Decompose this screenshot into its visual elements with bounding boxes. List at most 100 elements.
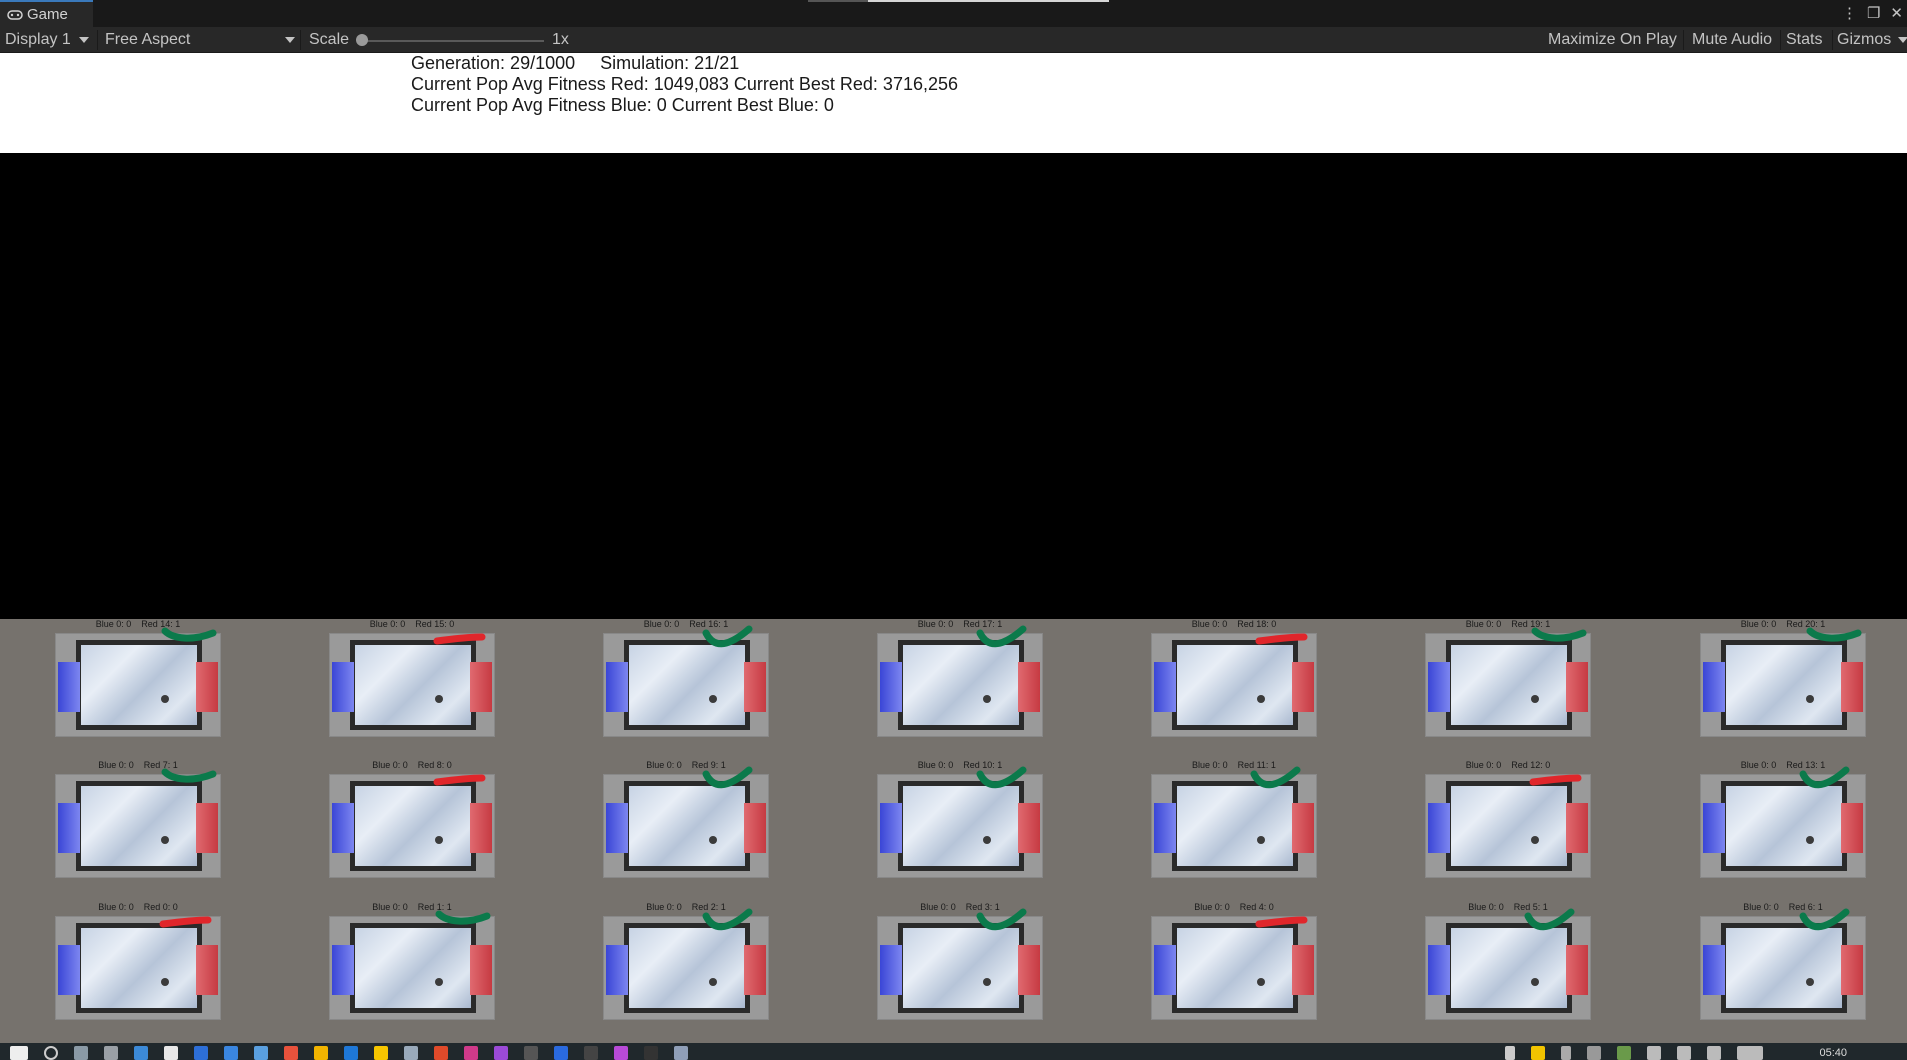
folder-icon[interactable]: [314, 1046, 328, 1060]
simulation-cell: Blue 0: 0 Red 20: 1: [1698, 619, 1868, 759]
simulation-cell: Blue 0: 0 Red 7: 1: [53, 760, 223, 900]
app-icon[interactable]: [464, 1046, 478, 1060]
simulation-cell: Blue 0: 0 Red 1: 1: [327, 902, 497, 1042]
window-drag-highlight: [868, 0, 1109, 2]
cloud-icon[interactable]: [1587, 1046, 1601, 1060]
battery-icon[interactable]: [1707, 1046, 1721, 1060]
weather-icon[interactable]: [1531, 1046, 1545, 1060]
pass-mark: [1531, 627, 1587, 642]
windows-start-icon[interactable]: [10, 1046, 28, 1060]
network-icon[interactable]: [1505, 1046, 1515, 1060]
app-icon[interactable]: [134, 1046, 148, 1060]
tab-game[interactable]: Game: [0, 0, 93, 27]
mute-audio-button[interactable]: Mute Audio: [1688, 27, 1776, 53]
notes-icon[interactable]: [374, 1046, 388, 1060]
pass-mark: [435, 910, 491, 925]
stats-button[interactable]: Stats: [1782, 27, 1826, 53]
edge-icon[interactable]: [344, 1046, 358, 1060]
simulation-cell: Blue 0: 0 Red 11: 1: [1149, 760, 1319, 900]
simulation-cell: Blue 0: 0 Red 19: 1: [1423, 619, 1593, 759]
scale-slider-handle[interactable]: [356, 34, 368, 46]
pass-mark: [1799, 766, 1850, 789]
fail-mark: [1529, 774, 1582, 786]
settings-icon[interactable]: [104, 1046, 118, 1060]
task-view-icon[interactable]: [74, 1046, 88, 1060]
simulation-cell: Blue 0: 0 Red 3: 1: [875, 902, 1045, 1042]
simulation-cell: Blue 0: 0 Red 5: 1: [1423, 902, 1593, 1042]
app-icon[interactable]: [674, 1046, 688, 1060]
keyboard-icon[interactable]: [1737, 1046, 1763, 1060]
fail-mark: [433, 633, 486, 645]
more-options-icon[interactable]: ⋮: [1842, 4, 1857, 22]
pass-mark: [161, 768, 217, 783]
fitness-hud: Generation: 29/1000 Simulation: 21/21 Cu…: [0, 53, 1907, 153]
system-tray: [1505, 1046, 1763, 1060]
scale-label: Scale: [309, 31, 350, 48]
simulation-cell: Blue 0: 0 Red 2: 1: [601, 902, 771, 1042]
clock: 05:40: [1819, 1047, 1847, 1059]
simulation-cell: Blue 0: 0 Red 6: 1: [1698, 902, 1868, 1042]
fail-mark: [1255, 916, 1308, 928]
divider: [97, 30, 98, 50]
maximize-window-icon[interactable]: ❐: [1867, 4, 1880, 22]
pass-mark: [1250, 766, 1301, 789]
pass-mark: [976, 625, 1027, 648]
simulation-cell: Blue 0: 0 Red 15: 0: [327, 619, 497, 759]
pass-mark: [702, 625, 753, 648]
simulation-grid: Blue 0: 0 Red 14: 1 Blue 0: 0 Red 15: 0 Bl…: [0, 619, 1907, 1043]
app-icon[interactable]: [404, 1046, 418, 1060]
store-icon[interactable]: [164, 1046, 178, 1060]
simulation-cell: Blue 0: 0 Red 12: 0: [1423, 760, 1593, 900]
search-icon[interactable]: [44, 1046, 58, 1060]
blue-fitness-text: Current Pop Avg Fitness Blue: 0 Current …: [411, 95, 834, 115]
simulation-cell: Blue 0: 0 Red 0: 0: [53, 902, 223, 1042]
display-dropdown[interactable]: Display 1: [5, 27, 89, 53]
gizmos-button[interactable]: Gizmos: [1833, 27, 1895, 53]
chrome-icon[interactable]: [284, 1046, 298, 1060]
scale-slider-track[interactable]: [362, 40, 544, 42]
tab-options: ⋮ ❐ ✕: [1842, 4, 1903, 22]
pass-mark: [976, 908, 1027, 931]
app-icon[interactable]: [434, 1046, 448, 1060]
volume-icon[interactable]: [1677, 1046, 1691, 1060]
calculator-icon[interactable]: [254, 1046, 268, 1060]
pass-mark: [702, 766, 753, 789]
pass-mark: [1524, 908, 1575, 931]
pass-mark: [702, 908, 753, 931]
simulation-cell: Blue 0: 0 Red 4: 0: [1149, 902, 1319, 1042]
aspect-dropdown[interactable]: Free Aspect: [105, 27, 295, 53]
taskbar-icons: [10, 1046, 688, 1060]
calendar-icon[interactable]: [224, 1046, 238, 1060]
app-icon[interactable]: [644, 1046, 658, 1060]
simulation-cell: Blue 0: 0 Red 10: 1: [875, 760, 1045, 900]
simulation-cell: Blue 0: 0 Red 17: 1: [875, 619, 1045, 759]
simulation-cell: Blue 0: 0 Red 14: 1: [53, 619, 223, 759]
game-viewport[interactable]: Generation: 29/1000 Simulation: 21/21 Cu…: [0, 53, 1907, 1043]
simulation-cell: Blue 0: 0 Red 8: 0: [327, 760, 497, 900]
wifi-icon[interactable]: [1647, 1046, 1661, 1060]
app-icon[interactable]: [1617, 1046, 1631, 1060]
simulation-cell: Blue 0: 0 Red 18: 0: [1149, 619, 1319, 759]
chevron-down-icon: [285, 37, 295, 43]
pass-mark: [161, 627, 217, 642]
app-icon[interactable]: [614, 1046, 628, 1060]
mail-icon[interactable]: [194, 1046, 208, 1060]
red-fitness-text: Current Pop Avg Fitness Red: 1049,083 Cu…: [411, 74, 959, 94]
app-icon[interactable]: [554, 1046, 568, 1060]
chevron-down-icon[interactable]: [1898, 37, 1907, 43]
tab-game-label: Game: [27, 6, 68, 23]
divider: [300, 30, 301, 50]
chevron-up-icon[interactable]: [1561, 1046, 1571, 1060]
app-icon[interactable]: [524, 1046, 538, 1060]
editor-tab-bar: Game ⋮ ❐ ✕: [0, 0, 1907, 28]
display-dropdown-label: Display 1: [5, 31, 71, 48]
unity-icon[interactable]: [584, 1046, 598, 1060]
pass-mark: [1806, 627, 1862, 642]
game-view-toolbar: Display 1 Free Aspect Scale 1x Maximize …: [0, 27, 1907, 53]
close-window-icon[interactable]: ✕: [1890, 4, 1903, 22]
simulation-cell: Blue 0: 0 Red 16: 1: [601, 619, 771, 759]
app-icon[interactable]: [494, 1046, 508, 1060]
simulation-cell: Blue 0: 0 Red 9: 1: [601, 760, 771, 900]
gamepad-icon: [7, 9, 23, 20]
maximize-on-play-button[interactable]: Maximize On Play: [1544, 27, 1681, 53]
